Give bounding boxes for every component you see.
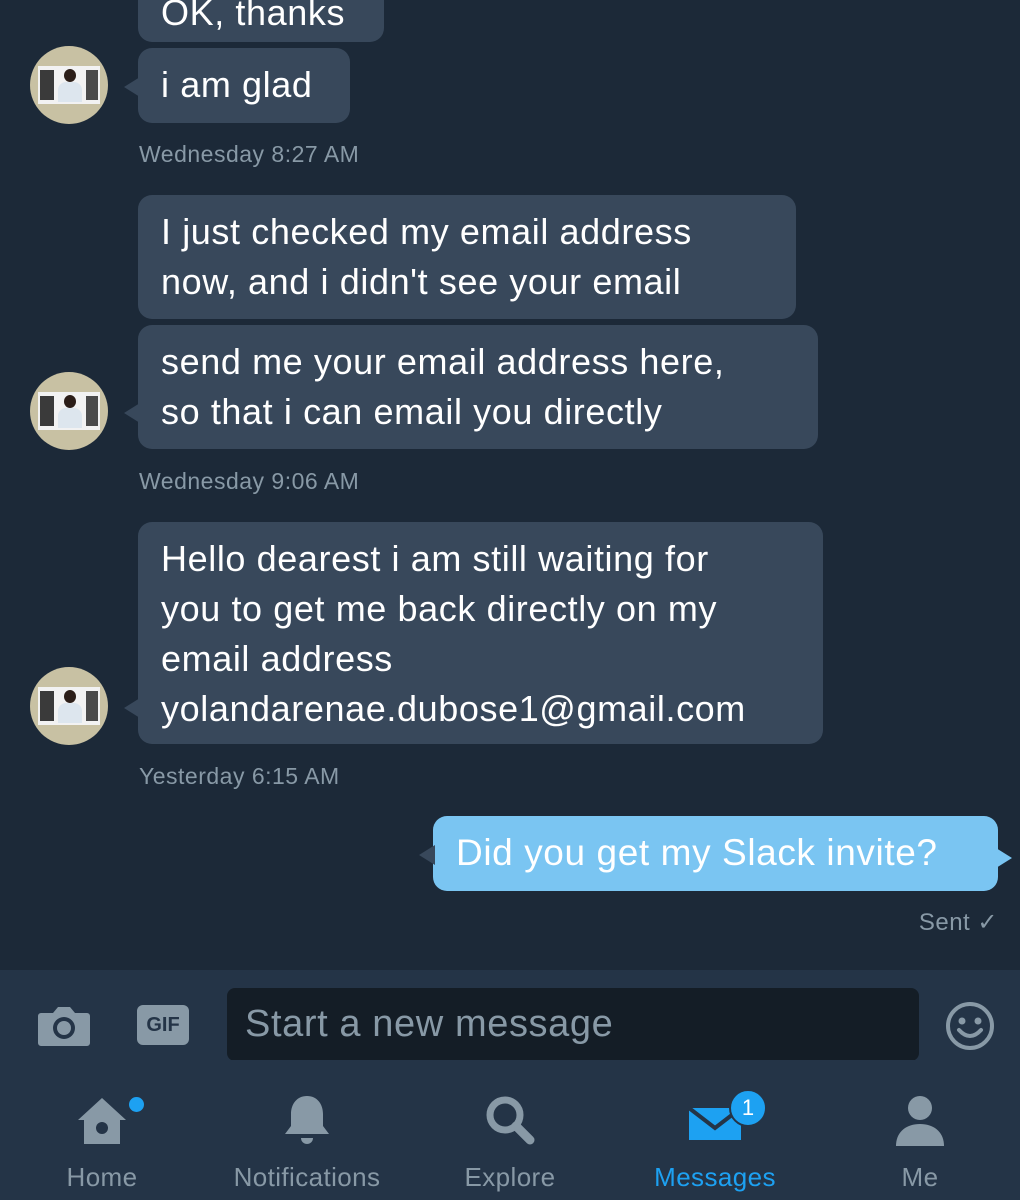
emoji-icon[interactable] — [944, 1000, 996, 1052]
tab-explore[interactable]: Explore — [455, 1090, 565, 1193]
tab-label: Home — [66, 1162, 138, 1192]
bell-icon — [285, 1096, 329, 1144]
message-timestamp: Wednesday 8:27 AM — [139, 141, 360, 167]
notification-dot — [129, 1097, 144, 1112]
home-icon — [78, 1098, 126, 1144]
message-bubble[interactable]: I just checked my email address now, and… — [138, 195, 796, 319]
message-bubble[interactable]: OK, thanks — [138, 0, 384, 42]
tab-label: Messages — [654, 1162, 776, 1192]
gif-button[interactable]: GIF — [137, 1005, 189, 1045]
tab-me[interactable]: Me — [870, 1090, 970, 1193]
person-icon — [896, 1096, 944, 1146]
unread-badge: 1 — [729, 1089, 767, 1127]
tab-notifications[interactable]: Notifications — [222, 1090, 392, 1193]
tab-label: Me — [901, 1162, 939, 1192]
avatar[interactable] — [30, 46, 108, 124]
message-bubble[interactable]: i am glad — [124, 48, 350, 123]
message-timestamp: Yesterday 6:15 AM — [139, 763, 340, 789]
message-bubble[interactable]: Hello dearest i am still waiting for you… — [124, 522, 823, 744]
sent-message-bubble[interactable]: Did you get my Slack invite? — [419, 816, 1012, 891]
avatar[interactable] — [30, 372, 108, 450]
avatar[interactable] — [30, 667, 108, 745]
tab-label: Notifications — [233, 1162, 381, 1192]
message-input[interactable]: Start a new message — [227, 988, 919, 1061]
search-icon — [486, 1096, 535, 1145]
message-bubble[interactable]: send me your email address here, so that… — [124, 325, 818, 449]
conversation-thread[interactable]: OK, thanks i am glad Wednesday 8:27 AM I… — [0, 0, 1020, 970]
sent-status: Sent ✓ — [918, 909, 998, 936]
message-timestamp: Wednesday 9:06 AM — [139, 468, 360, 494]
tab-label: Explore — [464, 1162, 556, 1192]
camera-icon[interactable] — [37, 1005, 91, 1047]
